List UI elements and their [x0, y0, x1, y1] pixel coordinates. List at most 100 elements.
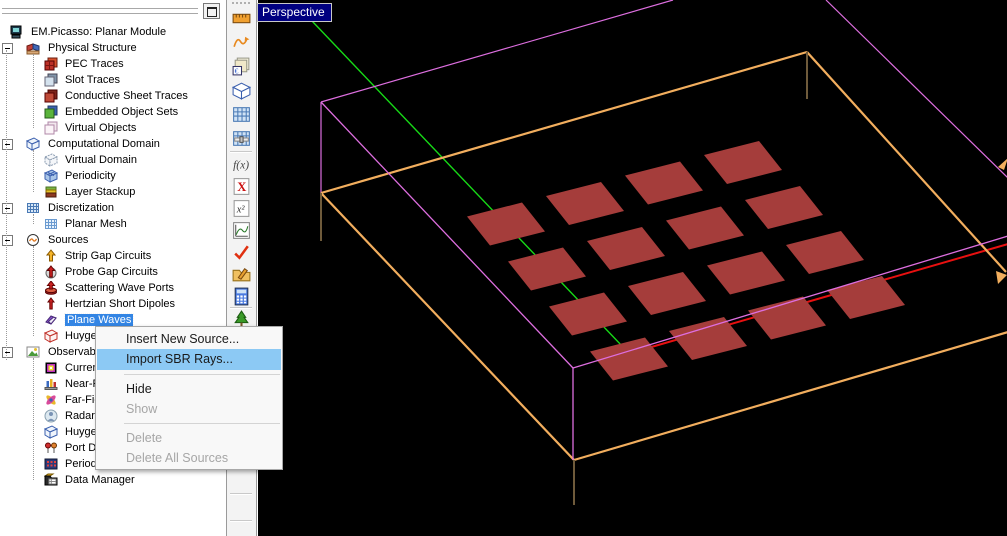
patch-r1c1[interactable]	[467, 203, 545, 246]
tree-item-label: Physical Structure	[48, 42, 137, 54]
variables-x-icon: X	[231, 176, 252, 197]
check-icon	[231, 242, 252, 263]
check-toolbar-button[interactable]	[231, 242, 252, 263]
tree-guide-line	[33, 358, 35, 480]
menu-item-import-sbr-rays[interactable]: Import SBR Rays...	[97, 349, 281, 370]
scene-canvas[interactable]	[258, 0, 1007, 536]
mesh-settings-toolbar-button[interactable]	[231, 128, 252, 149]
patch-r2c1[interactable]	[508, 248, 586, 291]
physical-structure-icon	[26, 41, 40, 55]
app-icon	[9, 25, 23, 39]
edge-arrow-upper	[998, 158, 1007, 170]
tree-guide-line	[33, 246, 35, 336]
ruler-toolbar-button[interactable]	[231, 8, 252, 29]
near-field-icon	[44, 377, 58, 391]
far-field-icon	[44, 393, 58, 407]
probe-gap-circuits-icon	[44, 265, 58, 279]
panel-restore-button[interactable]	[203, 3, 220, 19]
tree-guide-line	[33, 54, 35, 128]
calculator-icon	[231, 286, 252, 307]
view-label: Perspective	[257, 3, 332, 22]
tree-item-label: Probe Gap Circuits	[65, 266, 158, 278]
menu-item-delete-all-sources: Delete All Sources	[96, 448, 282, 468]
strip-gap-circuits-icon	[44, 249, 58, 263]
embedded-object-sets-icon	[44, 105, 58, 119]
calculator-toolbar-button[interactable]	[231, 286, 252, 307]
plot-toolbar-button[interactable]	[231, 220, 252, 241]
tree-guide-line	[6, 50, 8, 360]
tree-item-em-picasso-planar-module[interactable]: EM.Picasso: Planar Module	[0, 24, 226, 40]
tree-item-label: EM.Picasso: Planar Module	[31, 26, 166, 38]
patch-r1c4[interactable]	[704, 141, 782, 184]
periodicity-icon	[44, 169, 58, 183]
menu-item-show: Show	[96, 399, 282, 419]
menu-item-hide[interactable]: Hide	[96, 379, 282, 399]
plot-icon	[231, 220, 252, 241]
tree-item-label: Virtual Domain	[65, 154, 137, 166]
svg-text:x²: x²	[236, 205, 246, 216]
patch-r1c3[interactable]	[625, 162, 703, 205]
domain-box-toolbar-button[interactable]	[231, 80, 252, 101]
patch-r3c2[interactable]	[628, 272, 706, 315]
domain-far-left-edge	[321, 0, 673, 102]
toolbar-separator	[230, 151, 252, 153]
patch-r3c3[interactable]	[707, 252, 785, 295]
edit-notes-toolbar-button[interactable]	[231, 264, 252, 285]
tree-item-label: Conductive Sheet Traces	[65, 90, 188, 102]
port-definition-icon	[44, 441, 58, 455]
tree-item-label: Strip Gap Circuits	[65, 250, 151, 262]
menu-separator	[96, 419, 282, 428]
planar-mesh-icon	[44, 217, 58, 231]
patch-r3c4[interactable]	[786, 231, 864, 274]
toolbar-separator	[230, 520, 252, 522]
domain-box-icon	[231, 80, 252, 101]
patch-r2c2[interactable]	[587, 227, 665, 270]
ruler-icon	[231, 8, 252, 29]
layer-stack-icon: €	[231, 56, 252, 77]
patch-r2c3[interactable]	[666, 207, 744, 250]
virtual-objects-icon	[44, 121, 58, 135]
fx-toolbar-button[interactable]: f(x)	[231, 154, 252, 175]
tree-guide-line	[33, 150, 35, 192]
virtual-domain-icon	[44, 153, 58, 167]
patch-r3c1[interactable]	[549, 293, 627, 336]
menu-item-insert-new-source[interactable]: Insert New Source...	[96, 329, 282, 349]
domain-far-right-edge	[826, 0, 1007, 178]
svg-text:€: €	[235, 66, 239, 75]
tree-item-label: Periodicity	[65, 170, 116, 182]
layer-stack-toolbar-button[interactable]: €	[231, 56, 252, 77]
tree-item-label: Hertzian Short Dipoles	[65, 298, 175, 310]
patch-r4c4[interactable]	[827, 276, 905, 319]
context-menu: Insert New Source...Import SBR Rays... Hi…	[95, 326, 283, 470]
tree-item-label: Plane Waves	[65, 314, 133, 326]
edge-arrow-lower	[996, 271, 1007, 284]
menu-item-delete: Delete	[96, 428, 282, 448]
slot-traces-icon	[44, 73, 58, 87]
panel-grip-handle[interactable]	[2, 13, 198, 17]
radar-cross-section-icon	[44, 409, 58, 423]
tree-guide-line	[33, 214, 35, 224]
x-squared-toolbar-button[interactable]: x²	[231, 198, 252, 219]
data-manager-icon	[44, 473, 58, 487]
viewport-3d[interactable]: Perspective	[258, 0, 1007, 536]
tree-item-label: PEC Traces	[65, 58, 124, 70]
panel-grip-handle[interactable]	[2, 8, 198, 12]
svg-text:f(x): f(x)	[233, 160, 249, 172]
restore-window-icon	[207, 7, 217, 17]
toolbar-drag-handle[interactable]	[232, 2, 250, 4]
tree-item-label: Embedded Object Sets	[65, 106, 178, 118]
toolbar-separator	[230, 493, 252, 495]
menu-separator	[96, 370, 282, 379]
pec-traces-icon	[44, 57, 58, 71]
tree-item-label: Virtual Objects	[65, 122, 136, 134]
patch-r2c4[interactable]	[745, 186, 823, 229]
computational-domain-icon	[26, 137, 40, 151]
tree-item-label: Scattering Wave Ports	[65, 282, 174, 294]
scattering-wave-ports-icon	[44, 281, 58, 295]
patch-r1c2[interactable]	[546, 182, 624, 225]
tree-item-label: Slot Traces	[65, 74, 120, 86]
variables-x-toolbar-button[interactable]: X	[231, 176, 252, 197]
mesh-grid-toolbar-button[interactable]	[231, 104, 252, 125]
tree-item-label: Layer Stackup	[65, 186, 135, 198]
sine-curve-toolbar-button[interactable]	[231, 32, 252, 53]
